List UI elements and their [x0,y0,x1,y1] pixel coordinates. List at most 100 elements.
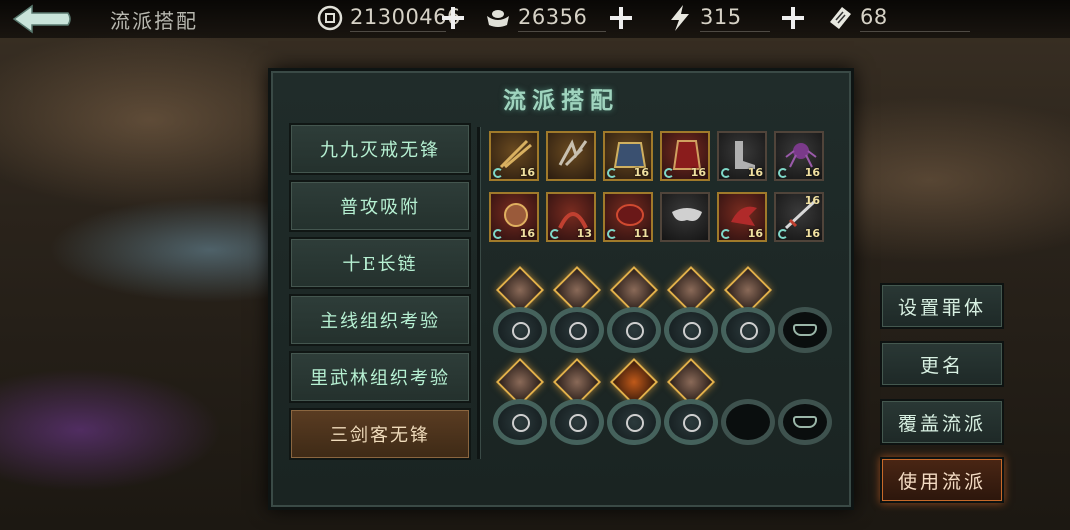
school-item[interactable]: 十E长链 [289,237,471,289]
refine-badge-icon [607,168,617,178]
ticket-value: 68 [860,5,888,29]
equipment-slot[interactable]: 11 [603,192,653,242]
equipment-slot[interactable]: 16 [717,131,767,181]
add-coin-button[interactable] [442,7,464,29]
lightning-stamina-icon [671,5,689,31]
character-slot[interactable] [548,265,606,357]
add-stamina-button[interactable] [782,7,804,29]
skill-icon [512,414,530,432]
equipment-level: 13 [576,227,592,240]
refine-badge-icon [778,168,788,178]
skill-ring [493,399,547,445]
equipment-level: 16 [804,166,820,179]
skill-icon [683,414,701,432]
school-item[interactable]: 主线组织考验 [289,294,471,346]
mask-slot[interactable] [776,359,834,449]
equipment-slot[interactable]: 16 [489,131,539,181]
character-slot[interactable] [548,357,606,449]
equipment-slot[interactable]: 16 [774,131,824,181]
equipment-slot[interactable] [660,192,710,242]
coin-icon [317,5,343,31]
resource-stamina: 315 [666,4,806,32]
skill-ring [721,307,775,353]
school-item[interactable]: 里武林组织考验 [289,351,471,403]
refine-badge-icon [607,229,617,239]
school-item-selected[interactable]: 三剑客无锋 [289,408,471,460]
refine-badge-icon [664,168,674,178]
silver-value: 26356 [518,5,588,29]
refine-badge-icon [493,229,503,239]
character-slot[interactable] [662,357,720,449]
skill-icon [626,414,644,432]
skill-ring [664,399,718,445]
equipment-level: 16 [747,166,763,179]
equipment-slot[interactable]: 16 [603,131,653,181]
stamina-value: 315 [700,5,742,29]
skill-icon [569,414,587,432]
equipment-level: 16 [633,166,649,179]
mask-slot[interactable] [776,267,834,357]
resource-coin: 21300466 [316,4,466,32]
equipment-slot[interactable]: 16 [660,131,710,181]
divider [350,31,446,32]
divider [860,31,970,32]
refine-badge-icon [778,229,788,239]
rename-button[interactable]: 更名 [880,341,1004,387]
character-slot[interactable] [491,357,549,449]
claw-gauntlet-icon [558,139,588,167]
divider [518,31,606,32]
school-item[interactable]: 普攻吸附 [289,180,471,232]
page-title: 流派搭配 [110,9,198,33]
skill-ring [607,307,661,353]
equipment-slot[interactable]: 16 16 [774,192,824,242]
mask-icon [793,416,817,428]
refine-badge-icon [550,229,560,239]
school-item[interactable]: 九九灭戒无锋 [289,123,471,175]
resource-silver: 26356 [484,4,634,32]
equipment-slot[interactable]: 13 [546,192,596,242]
overwrite-school-button[interactable]: 覆盖流派 [880,399,1004,445]
mask-icon [672,208,702,221]
skill-ring [550,307,604,353]
skill-icon [626,322,644,340]
ticket-icon [830,7,851,29]
skill-ring [607,399,661,445]
skill-icon [683,322,701,340]
skill-icon [569,322,587,340]
set-body-button[interactable]: 设置罪体 [880,283,1004,329]
divider [700,31,770,32]
character-slot[interactable] [605,265,663,357]
panel-title: 流派搭配 [503,87,619,114]
mask-icon [793,324,817,336]
silver-ingot-icon [487,10,509,27]
equipment-slot[interactable]: 16 [489,192,539,242]
equipment-level: 11 [633,227,649,240]
top-bar: 流派搭配 21300466 26356 315 68 [0,0,1070,38]
equipment-level: 16 [804,227,820,240]
equipment-slot[interactable] [546,131,596,181]
character-slot[interactable] [662,265,720,357]
skill-ring [721,399,775,445]
character-slot[interactable] [491,265,549,357]
resource-ticket: 68 [826,4,976,32]
equipment-slot[interactable]: 16 [717,192,767,242]
refine-badge-icon [493,168,503,178]
equipment-level: 16 [519,166,535,179]
character-slot[interactable] [719,265,777,357]
back-arrow-icon[interactable] [8,2,74,36]
skill-ring [550,399,604,445]
character-slot[interactable] [605,357,663,449]
skill-icon [512,322,530,340]
equipment-top-level: 16 [804,194,820,207]
skill-ring [493,307,547,353]
equipment-level: 16 [519,227,535,240]
skill-ring [664,307,718,353]
refine-badge-icon [721,229,731,239]
school-config-panel: 流派搭配 九九灭戒无锋 普攻吸附 十E长链 主线组织考验 里武林组织考验 三剑客… [268,68,854,510]
add-silver-button[interactable] [610,7,632,29]
skill-icon [740,322,758,340]
divider [477,127,480,459]
use-school-button[interactable]: 使用流派 [880,457,1004,503]
empty-slot[interactable] [719,359,777,449]
refine-badge-icon [721,168,731,178]
